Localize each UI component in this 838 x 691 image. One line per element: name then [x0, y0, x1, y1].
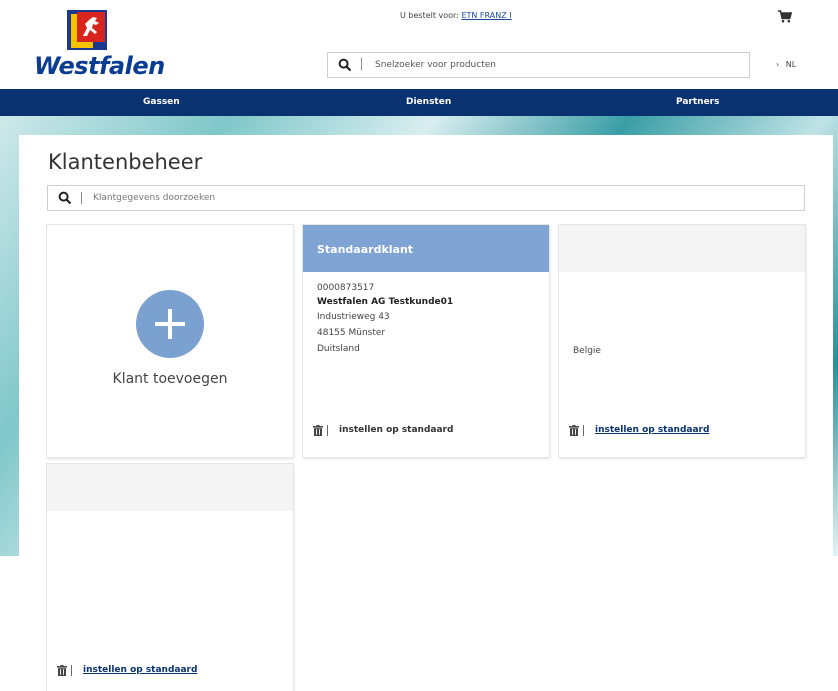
customer-street: Industrieweg 43: [317, 312, 390, 322]
site-header: Westfalen U bestelt voor: ETN FRANZ I Sn…: [0, 0, 838, 89]
add-customer-label: Klant toevoegen: [112, 371, 228, 387]
westfalen-logo-mark[interactable]: [67, 10, 107, 50]
cart-icon[interactable]: [778, 10, 792, 23]
customer-number: 0000873517: [317, 283, 375, 293]
page-title: Klantenbeheer: [48, 150, 203, 174]
customer-search-bar[interactable]: Klantgegevens doorzoeken: [47, 185, 805, 211]
order-for-info: U bestelt voor: ETN FRANZ I: [400, 11, 512, 20]
customer-country: Duitsland: [317, 344, 360, 354]
trash-icon[interactable]: [569, 425, 579, 436]
order-for-label: U bestelt voor:: [400, 11, 459, 20]
nav-item-partners[interactable]: Partners: [676, 97, 719, 107]
card-footer: instellen op standaard: [57, 664, 257, 678]
search-separator: [81, 192, 82, 204]
language-label: NL: [785, 60, 797, 69]
search-icon[interactable]: [338, 58, 352, 72]
customer-search-input[interactable]: Klantgegevens doorzoeken: [93, 193, 215, 203]
search-separator: [361, 58, 362, 70]
order-for-customer-link[interactable]: ETN FRANZ I: [461, 11, 511, 20]
plus-icon[interactable]: [136, 290, 204, 358]
card-header: [559, 225, 805, 272]
footer-separator: [71, 665, 72, 676]
card-footer: instellen op standaard: [569, 424, 769, 438]
footer-separator: [327, 425, 328, 436]
set-default-label: instellen op standaard: [339, 425, 454, 435]
trash-icon[interactable]: [57, 665, 67, 676]
standard-customer-label: Standaardklant: [317, 243, 414, 256]
nav-item-gassen[interactable]: Gassen: [143, 97, 180, 107]
customer-card-standard: Standaardklant 0000873517 Westfalen AG T…: [303, 225, 549, 457]
card-divider-gap: [47, 594, 293, 642]
search-icon[interactable]: [58, 191, 72, 205]
horse-icon: [83, 17, 99, 36]
card-footer: instellen op standaard: [313, 424, 513, 438]
language-switcher[interactable]: › NL: [776, 60, 796, 69]
set-default-link[interactable]: instellen op standaard: [83, 665, 197, 675]
logo-wordmark[interactable]: Westfalen: [34, 52, 165, 80]
customer-country: Belgie: [573, 346, 601, 356]
nav-item-diensten[interactable]: Diensten: [406, 97, 451, 107]
customer-city: 48155 Münster: [317, 328, 386, 338]
set-default-link[interactable]: instellen op standaard: [595, 425, 709, 435]
product-search-input[interactable]: Snelzoeker voor producten: [375, 60, 496, 70]
footer-separator: [583, 425, 584, 436]
card-header: Standaardklant: [303, 225, 549, 272]
customer-card: Belgie instellen op standaard: [559, 225, 805, 457]
trash-icon[interactable]: [313, 425, 323, 436]
product-search-bar[interactable]: Snelzoeker voor producten: [327, 52, 750, 78]
customer-card: instellen op standaard: [47, 464, 293, 691]
main-navigation: Gassen Diensten Partners: [0, 89, 838, 116]
chevron-right-icon: ›: [776, 60, 780, 69]
add-customer-card[interactable]: Klant toevoegen: [47, 225, 293, 457]
customer-name: Westfalen AG Testkunde01: [317, 297, 454, 307]
card-header: [47, 464, 293, 511]
